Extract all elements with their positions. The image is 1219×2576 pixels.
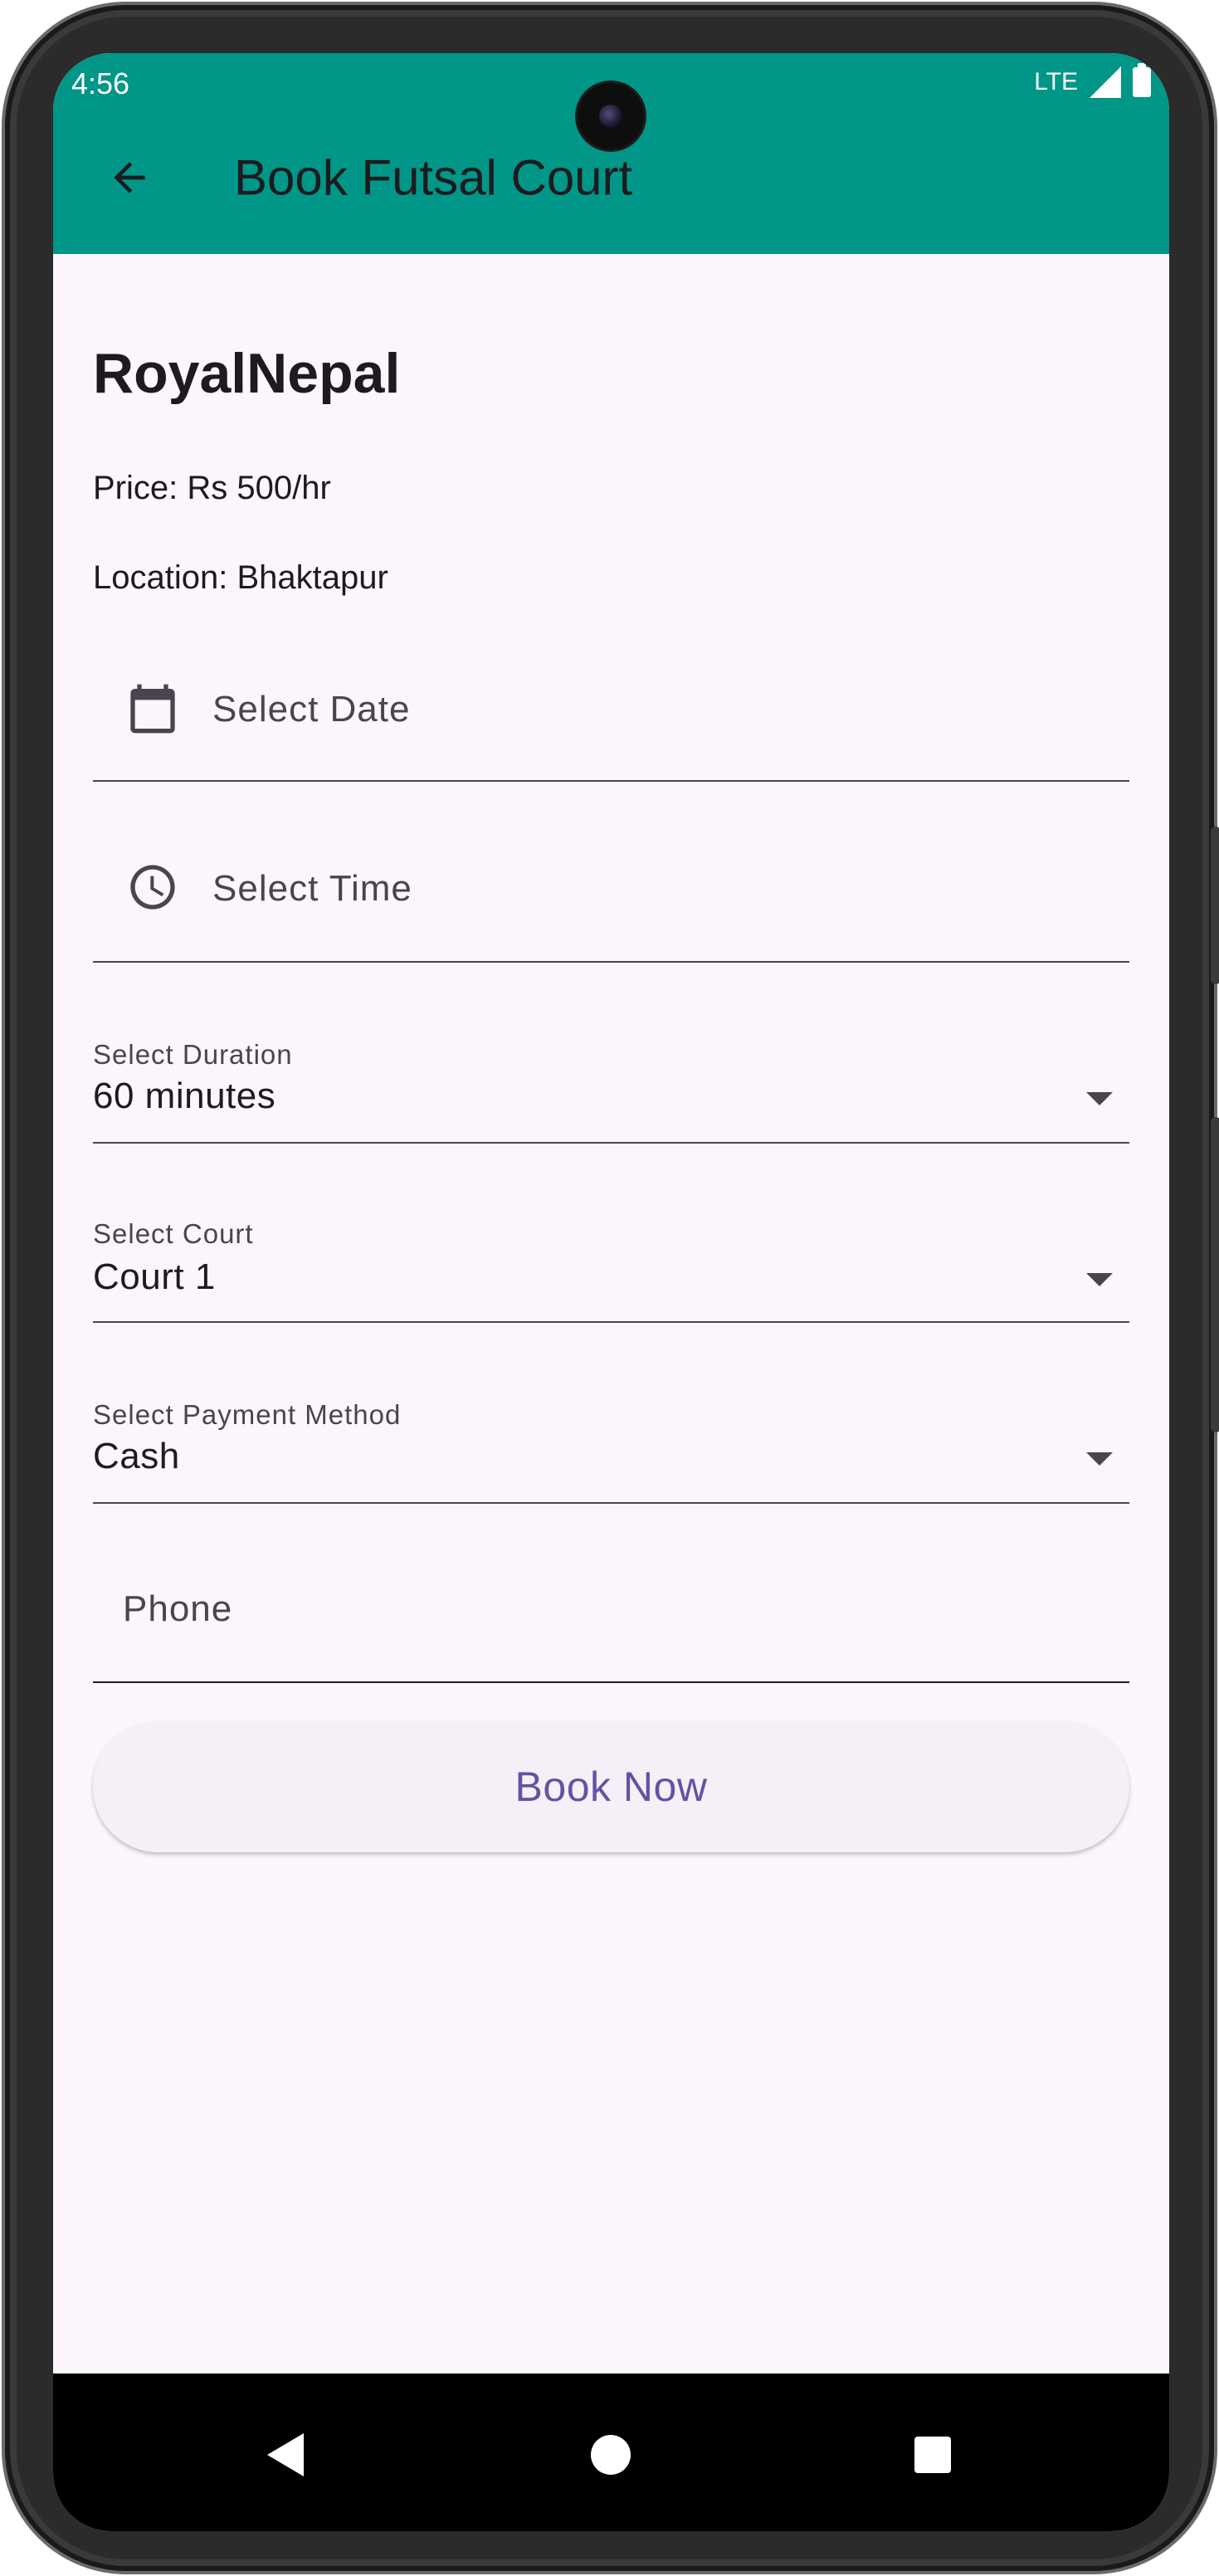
nav-home-icon[interactable]	[591, 2435, 631, 2475]
nav-back-icon[interactable]	[267, 2433, 304, 2476]
signal-icon	[1090, 66, 1121, 98]
dropdown-arrow-icon	[1086, 1092, 1113, 1105]
back-button[interactable]	[96, 144, 163, 211]
payment-dropdown[interactable]: Select Payment Method Cash	[93, 1323, 1129, 1504]
camera-cutout	[578, 83, 644, 149]
dropdown-arrow-icon	[1086, 1452, 1113, 1466]
status-time: 4:56	[71, 66, 130, 100]
phone-frame: 4:56 LTE Book Futsal Court RoyalNepal Pr…	[2, 2, 1219, 2574]
date-field[interactable]: Select Date	[93, 616, 1129, 782]
payment-value: Cash	[93, 1436, 180, 1476]
time-hint: Select Time	[212, 868, 412, 909]
network-label: LTE	[1034, 68, 1078, 95]
screen: 4:56 LTE Book Futsal Court RoyalNepal Pr…	[53, 53, 1169, 2531]
status-icons: LTE	[1034, 63, 1151, 98]
duration-label: Select Duration	[93, 1039, 293, 1070]
date-hint: Select Date	[212, 689, 411, 729]
phone-input[interactable]: Phone	[93, 1504, 1129, 1683]
duration-value: 60 minutes	[93, 1076, 276, 1116]
volume-button	[1211, 1117, 1219, 1432]
power-button	[1211, 827, 1219, 984]
phone-hint: Phone	[123, 1588, 233, 1629]
court-dropdown[interactable]: Select Court Court 1	[93, 1144, 1129, 1323]
payment-label: Select Payment Method	[93, 1399, 402, 1430]
time-field[interactable]: Select Time	[93, 782, 1129, 963]
clock-icon	[126, 861, 179, 914]
court-label: Select Court	[93, 1218, 254, 1249]
arrow-back-icon	[114, 162, 145, 193]
duration-dropdown[interactable]: Select Duration 60 minutes	[93, 963, 1129, 1144]
page-title: Book Futsal Court	[234, 149, 633, 206]
dropdown-arrow-icon	[1086, 1273, 1113, 1286]
app-bar: 4:56 LTE Book Futsal Court	[53, 53, 1169, 254]
court-price: Price: Rs 500/hr	[93, 470, 331, 506]
battery-icon	[1133, 63, 1151, 97]
nav-recents-icon[interactable]	[914, 2437, 951, 2473]
calendar-icon	[126, 682, 179, 735]
court-name: RoyalNepal	[93, 342, 401, 405]
court-value: Court 1	[93, 1256, 216, 1297]
book-now-button[interactable]: Book Now	[93, 1721, 1129, 1852]
system-nav-bar	[53, 2374, 1169, 2531]
court-location: Location: Bhaktapur	[93, 559, 388, 596]
